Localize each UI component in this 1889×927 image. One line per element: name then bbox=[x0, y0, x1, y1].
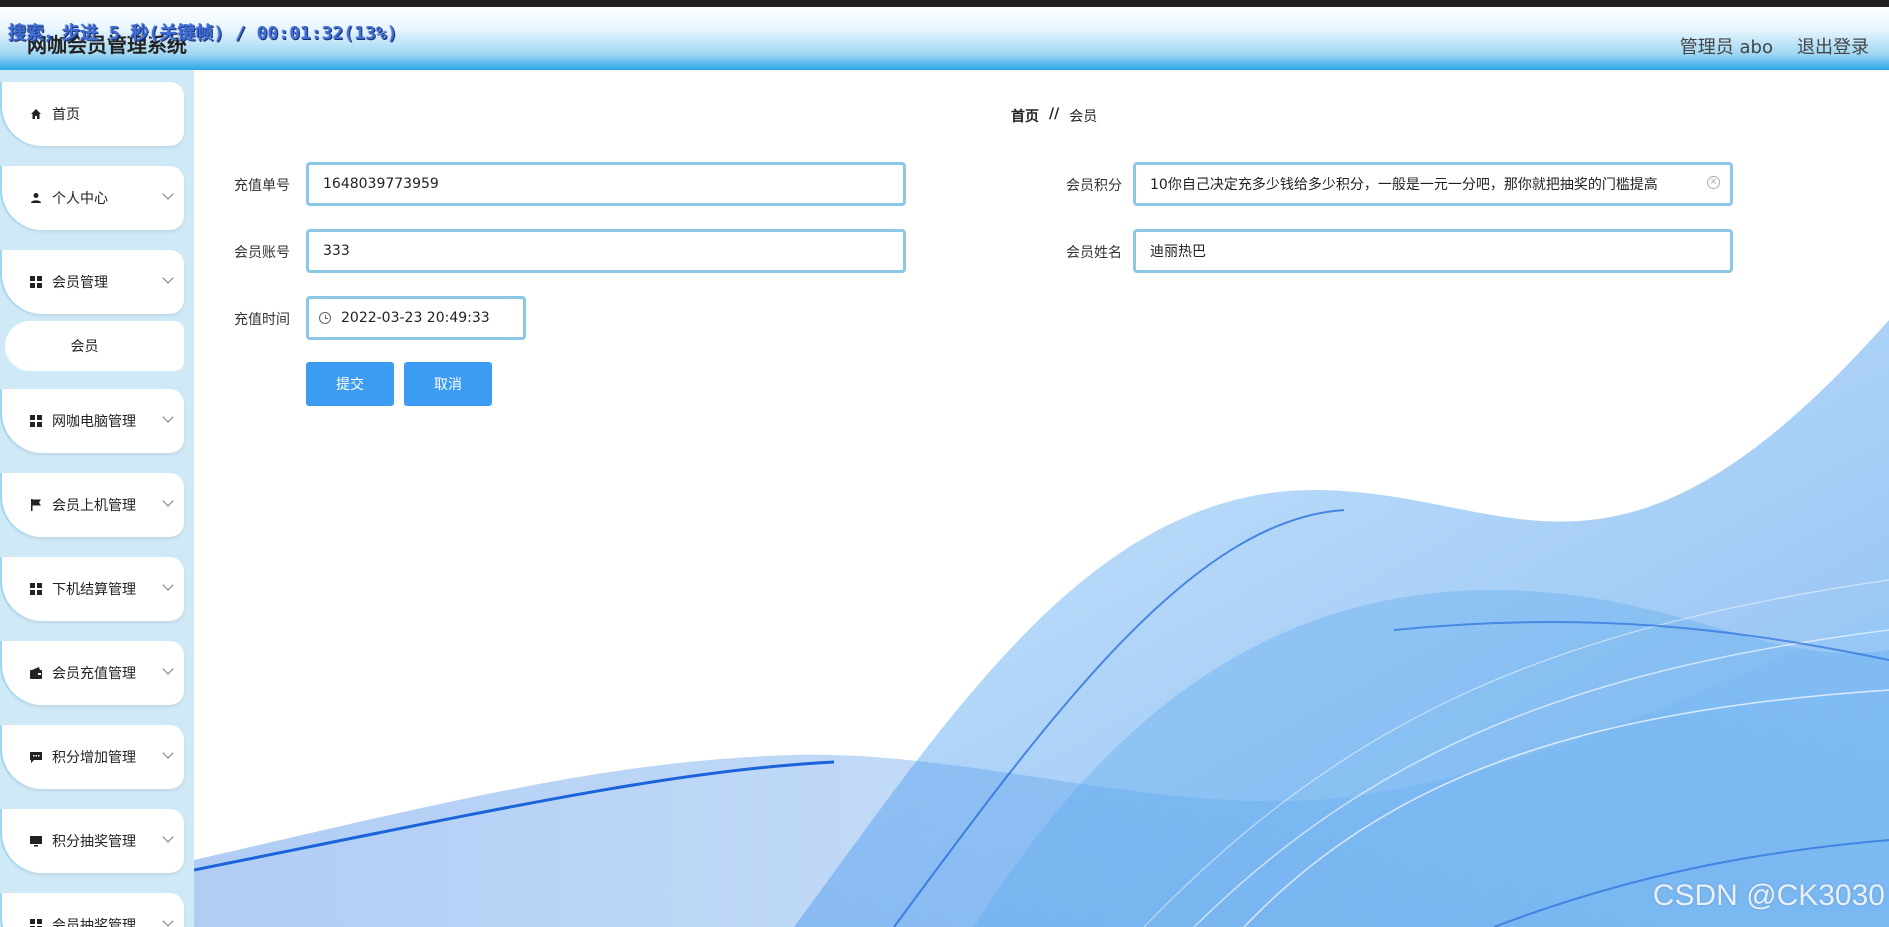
sidebar-item-recharge-mgmt[interactable]: 会员充值管理 bbox=[2, 641, 184, 705]
window-top-strip bbox=[0, 0, 1889, 7]
sidebar-item-label: 首页 bbox=[52, 107, 80, 123]
admin-user-label[interactable]: 管理员 abo bbox=[1680, 33, 1773, 59]
sidebar-item-label: 积分抽奖管理 bbox=[52, 834, 136, 850]
sidebar-item-profile[interactable]: 个人中心 bbox=[2, 166, 184, 230]
flag-icon bbox=[28, 497, 44, 513]
account-field[interactable]: 333 bbox=[306, 229, 906, 273]
order-no-value: 1648039773959 bbox=[323, 176, 439, 192]
sidebar-item-points-lottery[interactable]: 积分抽奖管理 bbox=[2, 809, 184, 873]
breadcrumb-home[interactable]: 首页 bbox=[1011, 106, 1039, 126]
sidebar-item-member-lottery[interactable]: 会员抽奖管理 bbox=[2, 893, 184, 927]
grid-icon bbox=[28, 581, 44, 597]
breadcrumb-current: 会员 bbox=[1069, 109, 1098, 125]
points-label: 会员积分 bbox=[1066, 178, 1122, 194]
recharge-time-value: 2022-03-23 20:49:33 bbox=[341, 310, 490, 326]
breadcrumb: 首页 // 会员 bbox=[1011, 106, 1097, 126]
user-icon bbox=[28, 190, 44, 206]
member-name-label: 会员姓名 bbox=[1066, 245, 1122, 261]
chevron-down-icon bbox=[162, 663, 174, 675]
clock-icon bbox=[319, 312, 331, 324]
sidebar-item-label: 个人中心 bbox=[52, 191, 108, 207]
sidebar-item-home[interactable]: 首页 bbox=[2, 82, 184, 146]
breadcrumb-separator: // bbox=[1049, 106, 1060, 122]
chevron-down-icon bbox=[162, 188, 174, 200]
chevron-down-icon bbox=[162, 579, 174, 591]
sidebar-subitem-member[interactable]: 会员 bbox=[5, 321, 184, 371]
chevron-down-icon bbox=[162, 831, 174, 843]
submit-button[interactable]: 提交 bbox=[306, 362, 394, 406]
sidebar-item-label: 网咖电脑管理 bbox=[52, 414, 136, 430]
sidebar-item-label: 会员上机管理 bbox=[52, 498, 136, 514]
account-value: 333 bbox=[323, 243, 350, 259]
sidebar-item-member-mgmt[interactable]: 会员管理 bbox=[2, 250, 184, 314]
member-name-value: 迪丽热巴 bbox=[1150, 244, 1206, 260]
chevron-down-icon bbox=[162, 915, 174, 927]
order-no-field[interactable]: 1648039773959 bbox=[306, 162, 906, 206]
sidebar-item-pc-mgmt[interactable]: 网咖电脑管理 bbox=[2, 389, 184, 453]
csdn-watermark: CSDN @CK3030 bbox=[1652, 879, 1885, 912]
grid-icon bbox=[28, 274, 44, 290]
sidebar-subitem-label: 会员 bbox=[70, 339, 99, 355]
sidebar-item-label: 会员抽奖管理 bbox=[52, 918, 136, 927]
chevron-down-icon bbox=[162, 495, 174, 507]
sidebar-item-label: 会员管理 bbox=[52, 275, 108, 291]
wallet-icon bbox=[28, 665, 44, 681]
sidebar-item-label: 下机结算管理 bbox=[52, 582, 136, 598]
member-name-field[interactable]: 迪丽热巴 bbox=[1133, 229, 1733, 273]
logout-button[interactable]: 退出登录 bbox=[1797, 33, 1869, 59]
chevron-down-icon bbox=[162, 272, 174, 284]
chevron-down-icon bbox=[162, 411, 174, 423]
sidebar: 首页 个人中心 会员管理 会员 网咖电脑管理 会员上机管理 下机结算管理 会员充… bbox=[0, 70, 194, 927]
message-icon bbox=[28, 749, 44, 765]
sidebar-item-checkout-mgmt[interactable]: 下机结算管理 bbox=[2, 557, 184, 621]
recording-overlay: 搜索，步进 5 秒(关键帧) / 00:01:32(13%) bbox=[8, 23, 398, 44]
chevron-down-icon bbox=[162, 747, 174, 759]
main-content: 首页 // 会员 充值单号 1648039773959 会员账号 333 充值时… bbox=[194, 70, 1889, 927]
monitor-icon bbox=[28, 833, 44, 849]
grid-icon bbox=[28, 917, 44, 927]
cancel-button[interactable]: 取消 bbox=[404, 362, 492, 406]
header-actions: 管理员 abo 退出登录 bbox=[1680, 33, 1869, 59]
points-field[interactable]: 10你自己决定充多少钱给多少积分，一般是一元一分吧，那你就把抽奖的门槛提高 × bbox=[1133, 162, 1733, 206]
clear-icon[interactable]: × bbox=[1707, 176, 1720, 189]
home-icon bbox=[28, 106, 44, 122]
recharge-time-label: 充值时间 bbox=[234, 312, 290, 328]
recharge-time-picker[interactable]: 2022-03-23 20:49:33 bbox=[306, 296, 526, 340]
sidebar-item-points-add[interactable]: 积分增加管理 bbox=[2, 725, 184, 789]
account-label: 会员账号 bbox=[234, 245, 290, 261]
order-no-label: 充值单号 bbox=[234, 178, 290, 194]
points-value: 10你自己决定充多少钱给多少积分，一般是一元一分吧，那你就把抽奖的门槛提高 bbox=[1150, 177, 1658, 193]
sidebar-item-label: 会员充值管理 bbox=[52, 666, 136, 682]
grid-icon bbox=[28, 413, 44, 429]
sidebar-item-online-mgmt[interactable]: 会员上机管理 bbox=[2, 473, 184, 537]
sidebar-item-label: 积分增加管理 bbox=[52, 750, 136, 766]
top-header: 网咖会员管理系统 搜索，步进 5 秒(关键帧) / 00:01:32(13%) … bbox=[0, 7, 1889, 70]
